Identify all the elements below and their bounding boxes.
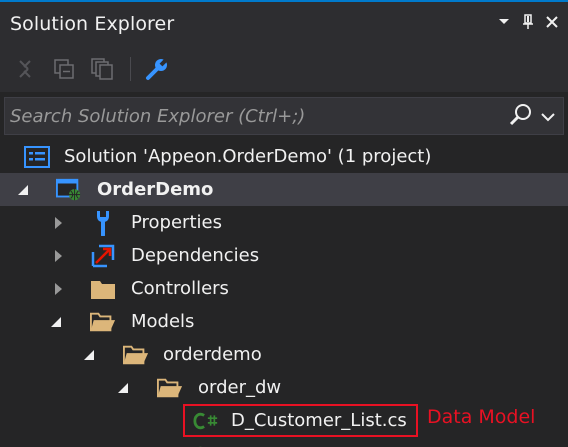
tree-item-order-dw[interactable]: order_dw	[0, 371, 568, 404]
tree-item-solution[interactable]: Solution 'Appeon.OrderDemo' (1 project)	[0, 140, 568, 173]
search-box[interactable]: Search Solution Explorer (Ctrl+;)	[4, 97, 564, 135]
folder-open-icon	[157, 376, 183, 400]
collapsed-arrow-icon[interactable]	[51, 249, 65, 263]
collapsed-arrow-icon[interactable]	[51, 282, 65, 296]
data-model-annotation: Data Model	[427, 406, 536, 428]
tree-item-label: Properties	[131, 212, 222, 233]
title-controls	[496, 13, 560, 31]
web-project-icon	[56, 178, 82, 202]
expanded-arrow-icon[interactable]	[49, 315, 63, 329]
tree-item-orderdemo[interactable]: orderdemo	[0, 338, 568, 371]
sync-icon[interactable]	[14, 56, 38, 82]
collapse-all-icon[interactable]	[52, 56, 76, 82]
expanded-arrow-icon[interactable]	[16, 183, 30, 197]
expanded-arrow-icon[interactable]	[116, 381, 130, 395]
tree-item-models[interactable]: Models	[0, 305, 568, 338]
collapsed-arrow-icon[interactable]	[51, 216, 65, 230]
tree-item-dependencies[interactable]: Dependencies	[0, 239, 568, 272]
solution-icon	[24, 145, 50, 169]
close-icon[interactable]	[544, 13, 560, 31]
search-input[interactable]: Search Solution Explorer (Ctrl+;)	[10, 106, 509, 127]
properties-wrench-icon	[90, 210, 116, 236]
folder-icon	[90, 277, 116, 301]
expanded-arrow-icon[interactable]	[82, 348, 96, 362]
pin-icon[interactable]	[520, 13, 536, 31]
show-all-files-icon[interactable]	[90, 56, 114, 82]
panel-title: Solution Explorer	[10, 12, 175, 35]
toolbar-separator	[130, 56, 131, 81]
title-bar: Solution Explorer	[0, 0, 568, 45]
tree-item-label: Dependencies	[131, 245, 260, 266]
csharp-file-icon	[193, 443, 219, 447]
properties-wrench-icon[interactable]	[145, 56, 169, 82]
tree-item-label: Models	[131, 311, 195, 332]
chevron-down-icon[interactable]	[496, 13, 512, 31]
search-options-chevron-icon[interactable]	[541, 107, 555, 126]
tree-item-project[interactable]: OrderDemo	[0, 173, 568, 206]
tree-item-label: order_dw	[198, 377, 282, 398]
tree-item-controllers[interactable]: Controllers	[0, 272, 568, 305]
tree-item-label: orderdemo	[163, 344, 262, 365]
highlight-box	[183, 404, 418, 437]
tree-item-label: Solution 'Appeon.OrderDemo' (1 project)	[64, 146, 432, 167]
dependencies-icon	[90, 244, 116, 268]
tree-item-partial[interactable]	[0, 437, 568, 447]
tree-item-properties[interactable]: Properties	[0, 206, 568, 239]
toolbar	[0, 45, 568, 92]
search-icon[interactable]	[509, 102, 533, 130]
folder-open-icon	[90, 310, 116, 334]
folder-open-icon	[123, 343, 149, 367]
tree-item-label: OrderDemo	[97, 179, 214, 200]
tree-item-label: Controllers	[131, 278, 229, 299]
